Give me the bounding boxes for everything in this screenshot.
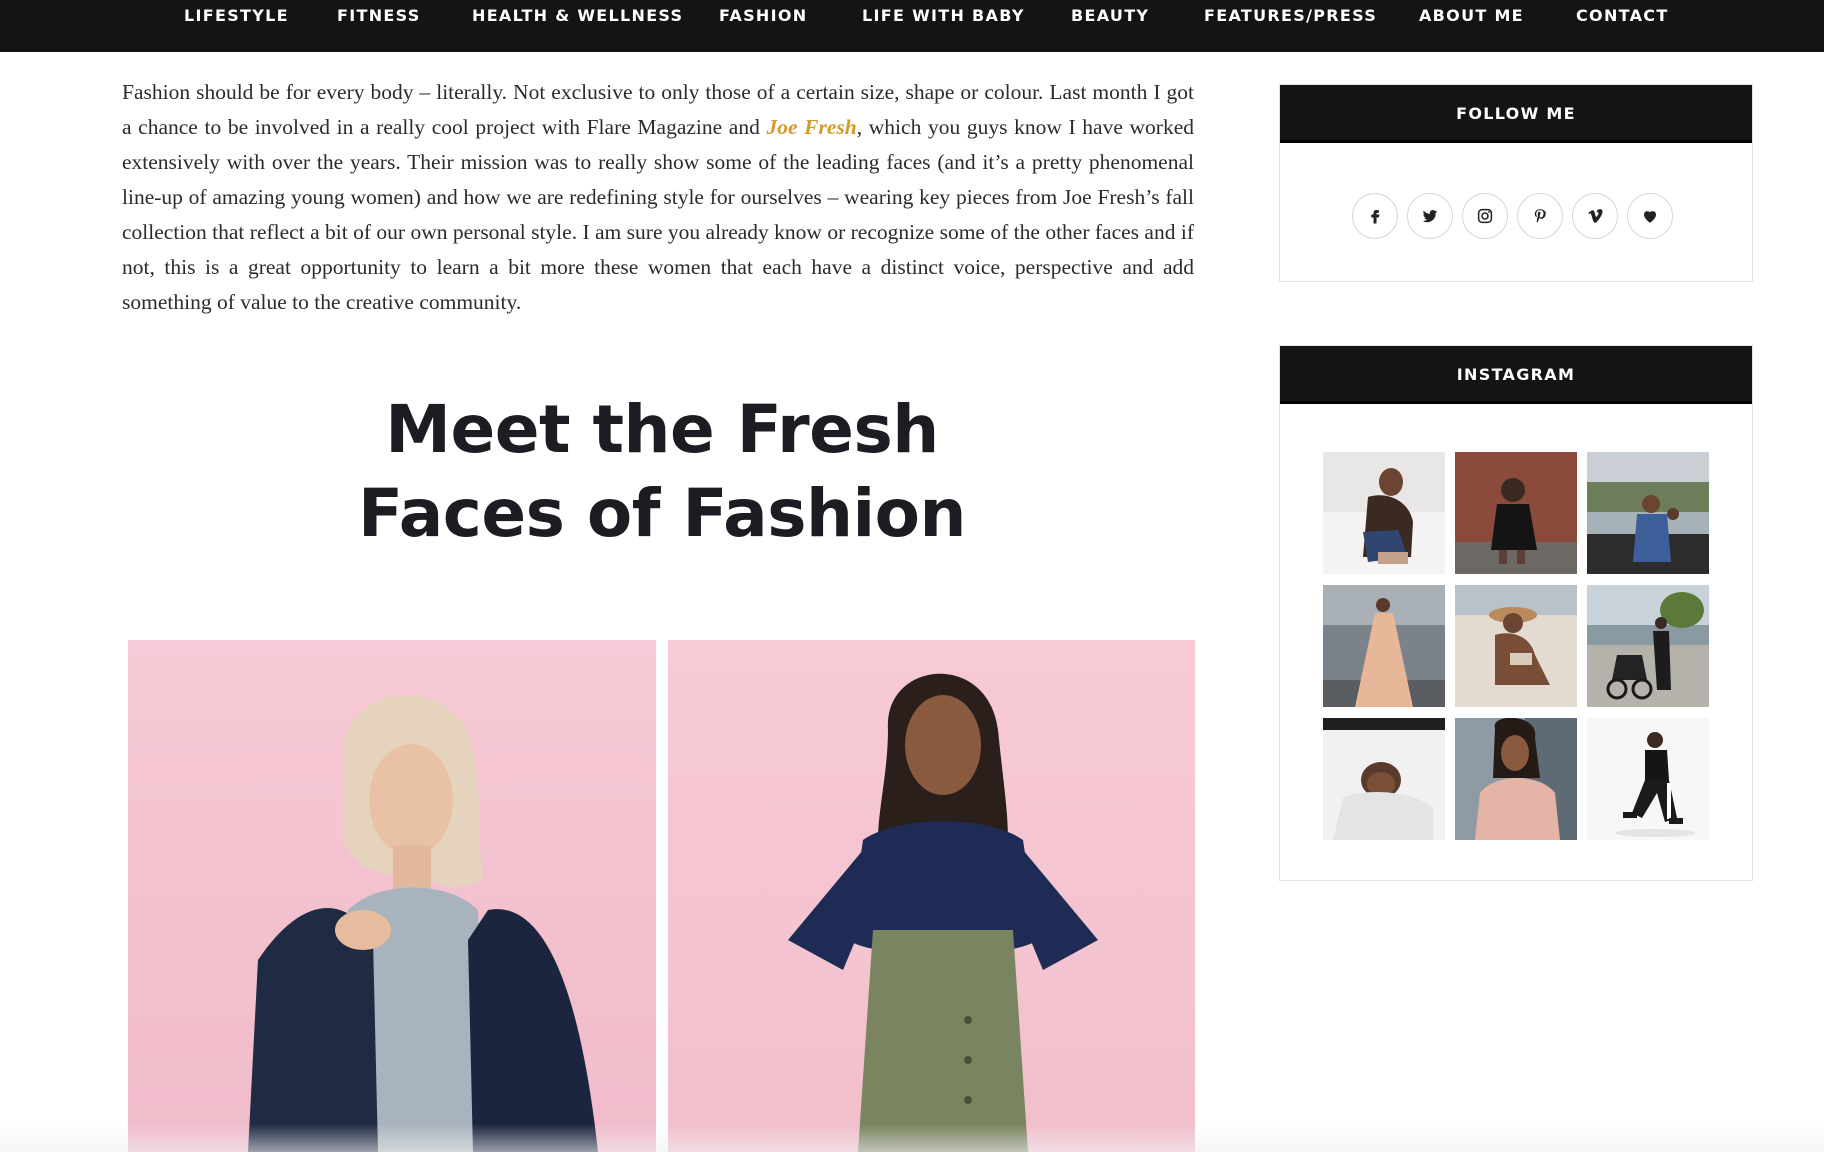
follow-me-widget: FOLLOW ME (1279, 84, 1753, 282)
nav-features-press[interactable]: FEATURES/PRESS (1204, 6, 1377, 25)
nav-fitness[interactable]: FITNESS (337, 6, 421, 25)
model-illustration (248, 694, 598, 1152)
instagram-photo[interactable] (1455, 585, 1577, 707)
model-illustration (788, 673, 1098, 1152)
vimeo-button[interactable] (1572, 193, 1618, 239)
woman-athletic-pose-photo (1587, 718, 1709, 840)
fashion-photo-turtleneck-model (668, 640, 1195, 1152)
joe-fresh-link[interactable]: Joe Fresh (767, 115, 857, 139)
nav-beauty[interactable]: BEAUTY (1071, 6, 1149, 25)
woman-jogging-stroller-photo (1587, 585, 1709, 707)
article-headline: Meet the Fresh Faces of Fashion (122, 388, 1202, 556)
nav-lifestyle[interactable]: LIFESTYLE (184, 6, 289, 25)
facebook-button[interactable] (1352, 193, 1398, 239)
fashion-photo-blonde-model (128, 640, 656, 1152)
nav-fashion[interactable]: FASHION (719, 6, 807, 25)
instagram-photo[interactable] (1323, 452, 1445, 574)
father-with-child-photo (1587, 452, 1709, 574)
mother-with-baby-photo (1323, 452, 1445, 574)
intro-text-after-link: , which you guys know I have worked exte… (122, 115, 1195, 314)
pinterest-icon (1534, 209, 1546, 223)
instagram-photo[interactable] (1587, 718, 1709, 840)
woman-peach-gown-photo (1323, 585, 1445, 707)
instagram-photo[interactable] (1323, 718, 1445, 840)
instagram-widget: INSTAGRAM (1279, 345, 1753, 881)
headline-line-2: Faces of Fashion (358, 475, 966, 552)
vimeo-icon (1588, 209, 1603, 223)
instagram-title: INSTAGRAM (1280, 346, 1752, 404)
instagram-button[interactable] (1462, 193, 1508, 239)
instagram-photo[interactable] (1587, 452, 1709, 574)
nav-health-wellness[interactable]: HEALTH & WELLNESS (472, 6, 683, 25)
social-links (1352, 193, 1673, 239)
instagram-grid (1323, 452, 1709, 840)
instagram-photo[interactable] (1323, 585, 1445, 707)
facebook-icon (1371, 210, 1380, 224)
nav-about-me[interactable]: ABOUT ME (1419, 6, 1524, 25)
nav-life-with-baby[interactable]: LIFE WITH BABY (862, 6, 1025, 25)
woman-beach-hat-photo (1455, 585, 1577, 707)
twitter-icon (1422, 210, 1438, 223)
baby-in-bed-photo (1323, 718, 1445, 840)
woman-pink-top-photo (1455, 718, 1577, 840)
heart-icon (1644, 211, 1656, 223)
top-navigation: LIFESTYLE FITNESS HEALTH & WELLNESS FASH… (0, 0, 1824, 52)
instagram-photo[interactable] (1455, 718, 1577, 840)
headline-line-1: Meet the Fresh (385, 391, 939, 468)
bloglovin-button[interactable] (1627, 193, 1673, 239)
twitter-button[interactable] (1407, 193, 1453, 239)
follow-me-title: FOLLOW ME (1280, 85, 1752, 143)
instagram-photo[interactable] (1455, 452, 1577, 574)
toddler-black-dress-photo (1455, 452, 1577, 574)
instagram-icon (1477, 208, 1493, 224)
nav-contact[interactable]: CONTACT (1576, 6, 1669, 25)
pinterest-button[interactable] (1517, 193, 1563, 239)
instagram-photo[interactable] (1587, 585, 1709, 707)
article-intro: Fashion should be for every body – liter… (122, 75, 1194, 320)
